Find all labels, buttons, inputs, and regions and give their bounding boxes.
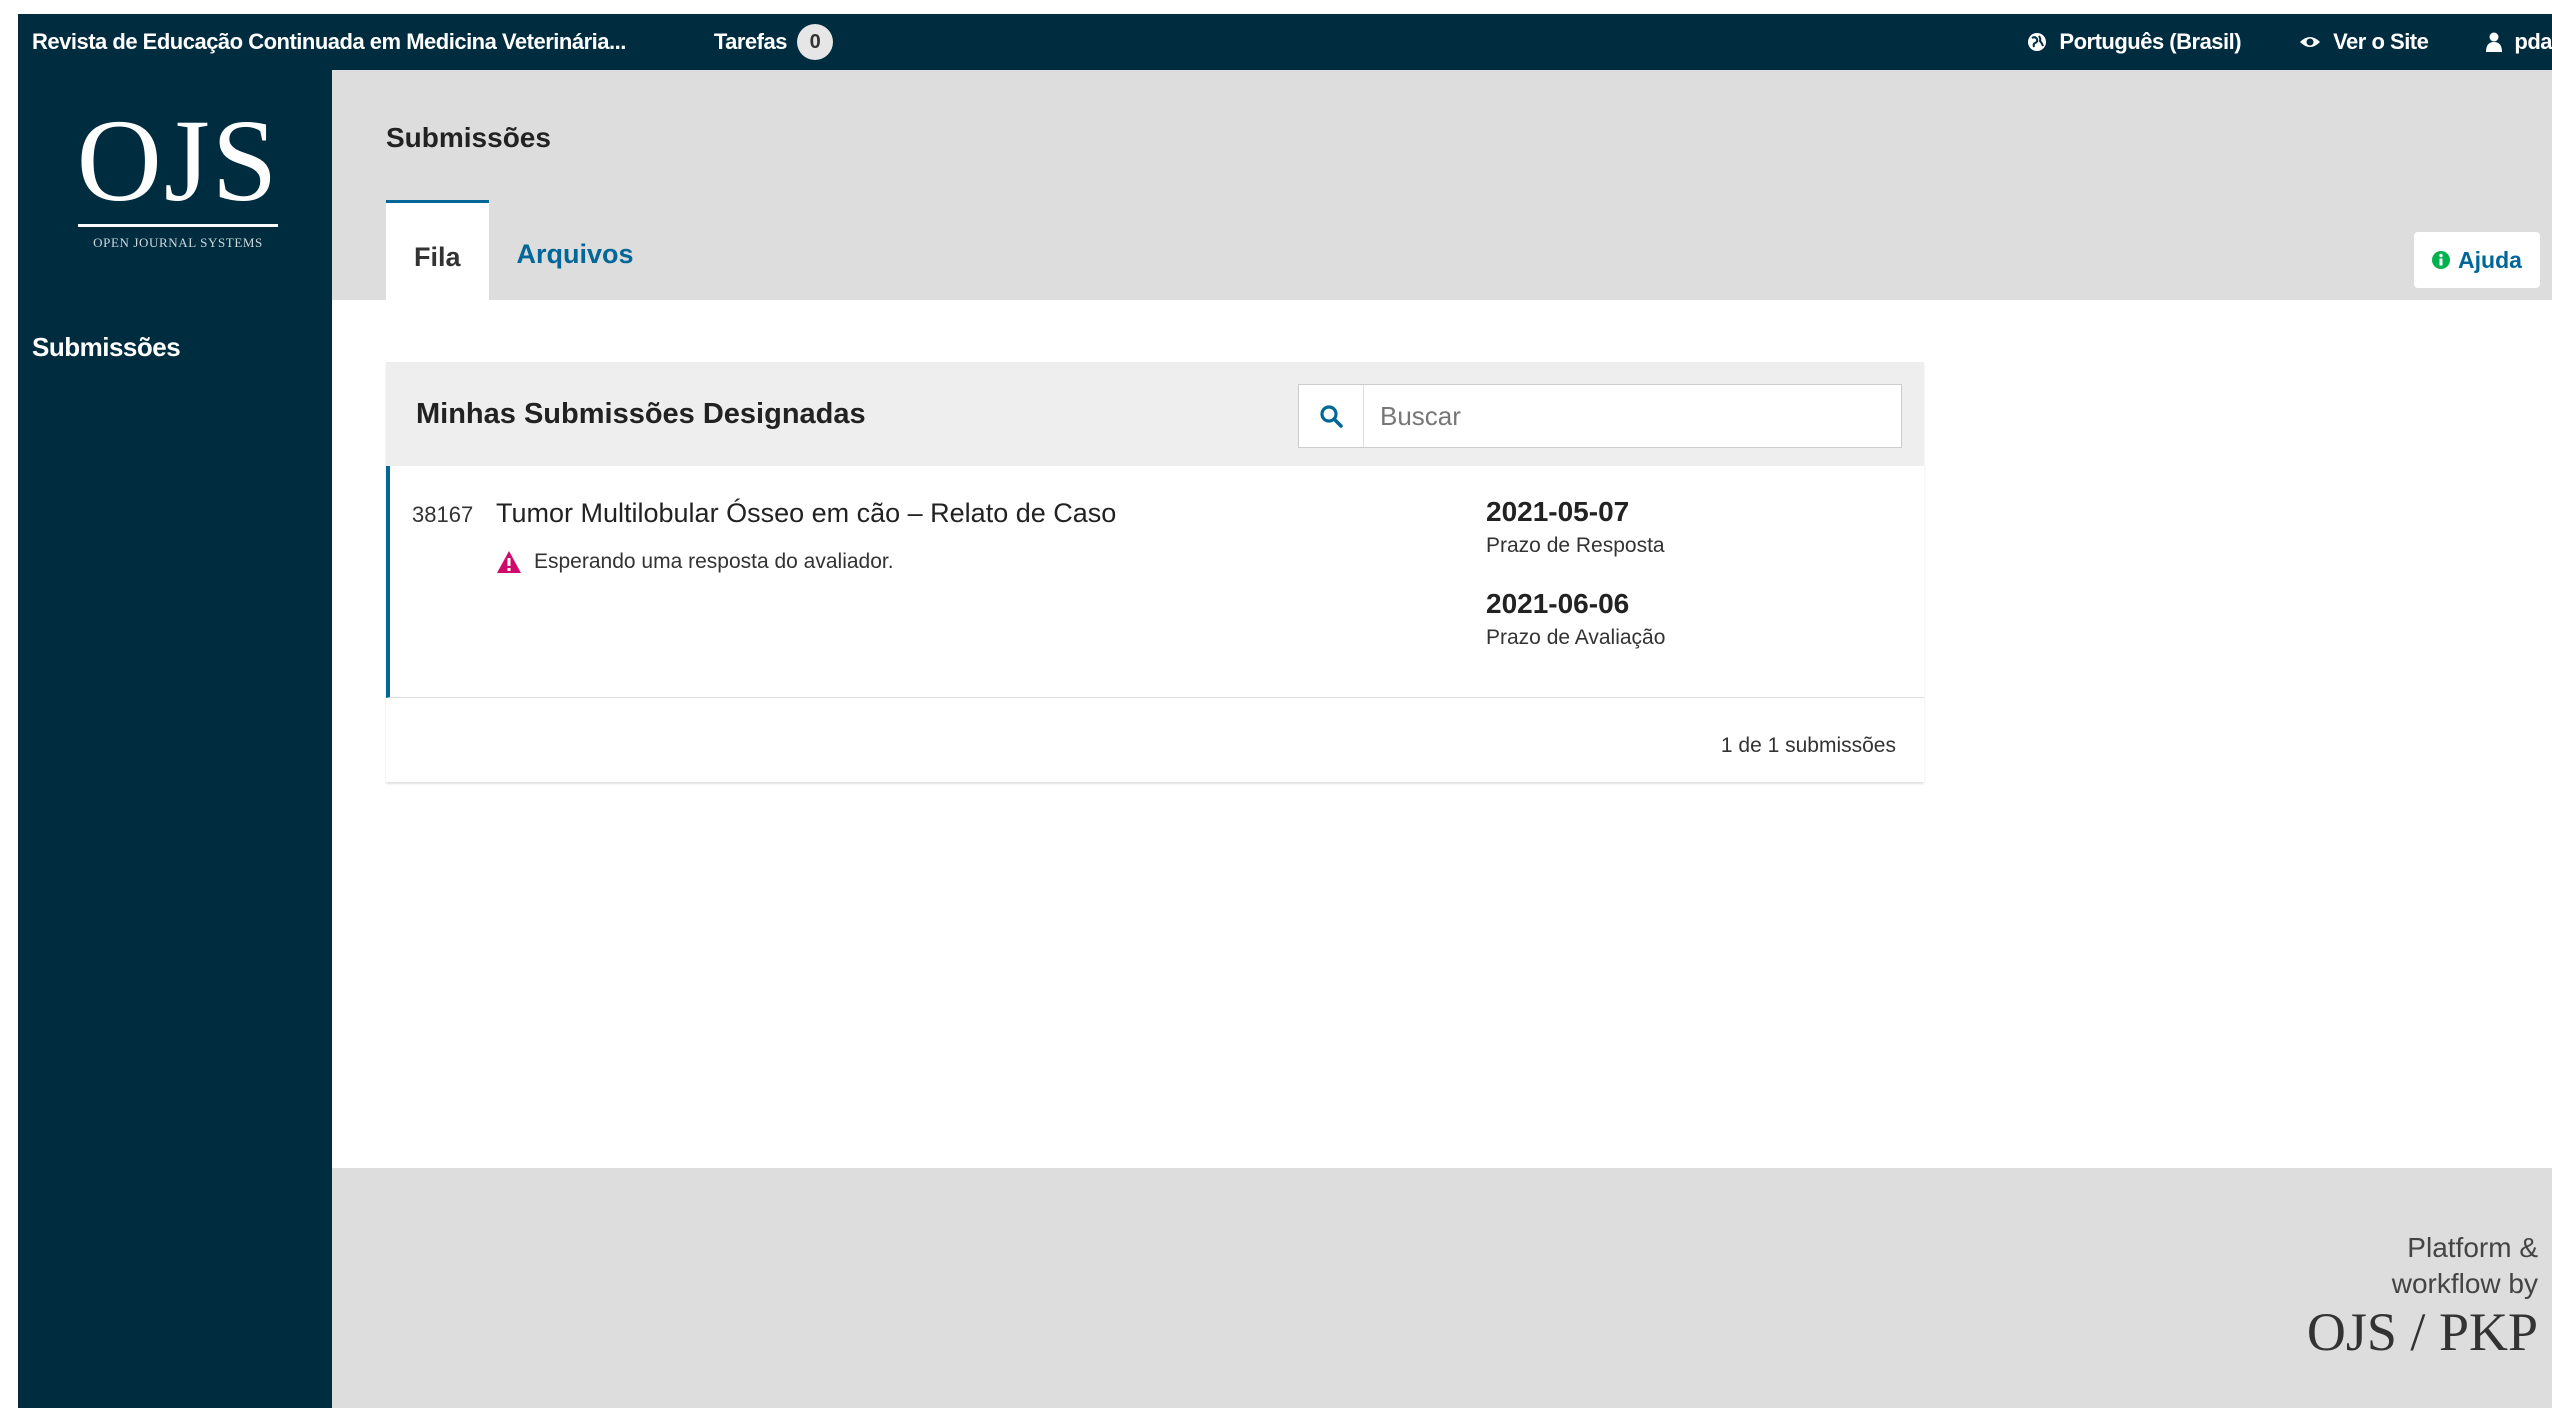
- search-icon: [1320, 405, 1343, 428]
- tasks-count-badge: 0: [796, 24, 833, 60]
- sidebar: OJS OPEN JOURNAL SYSTEMS Submissões: [18, 70, 332, 1408]
- logo-subtitle: OPEN JOURNAL SYSTEMS: [93, 235, 263, 250]
- warning-icon: [497, 551, 521, 573]
- footer-line-2: workflow by: [2391, 1268, 2538, 1299]
- panel-title: Minhas Submissões Designadas: [416, 398, 866, 430]
- top-bar: Revista de Educação Continuada em Medici…: [18, 14, 2552, 70]
- tab-queue[interactable]: Fila: [386, 200, 489, 300]
- language-menu[interactable]: Português (Brasil): [2027, 29, 2242, 55]
- help-label: Ajuda: [2458, 246, 2522, 273]
- pkp-brand-link[interactable]: Platform & workflow by OJS / PKP: [2307, 1230, 2538, 1362]
- review-due-label: Prazo de Avaliação: [1486, 626, 1666, 649]
- ojs-logo[interactable]: OJS OPEN JOURNAL SYSTEMS: [68, 102, 288, 262]
- submission-notice: Esperando uma resposta do avaliador.: [496, 550, 894, 574]
- tasks-label: Tarefas: [713, 29, 788, 54]
- response-due-date: 2021-05-07: [1486, 496, 1630, 527]
- submission-count: 1 de 1 submissões: [1720, 734, 1896, 757]
- response-due-label: Prazo de Resposta: [1486, 534, 1665, 557]
- username: pda: [2514, 29, 2552, 54]
- globe-icon: [2028, 33, 2047, 51]
- info-icon: [2432, 251, 2451, 269]
- submission-id: 38167: [412, 502, 474, 527]
- journal-title-link[interactable]: Revista de Educação Continuada em Medici…: [32, 29, 626, 55]
- review-due-date: 2021-06-06: [1486, 588, 1630, 619]
- logo-text: OJS: [76, 95, 280, 226]
- language-label: Português (Brasil): [2059, 29, 2242, 54]
- help-button[interactable]: Ajuda: [2414, 232, 2540, 288]
- sidebar-item-submissions[interactable]: Submissões: [32, 332, 181, 363]
- submission-title[interactable]: Tumor Multilobular Ósseo em cão – Relato…: [496, 498, 1116, 529]
- footer-brand-logo: OJS / PKP: [2306, 1302, 2538, 1362]
- view-site-link[interactable]: Ver o Site: [2299, 29, 2429, 55]
- review-due-block: 2021-06-06 Prazo de Avaliação: [1486, 588, 1665, 650]
- user-icon: [2486, 32, 2503, 52]
- view-site-label: Ver o Site: [2333, 29, 2429, 54]
- footer: Platform & workflow by OJS / PKP: [332, 1168, 2552, 1408]
- tab-archives[interactable]: Arquivos: [489, 200, 662, 300]
- footer-line-1: Platform &: [2407, 1232, 2538, 1263]
- due-dates: 2021-05-07 Prazo de Resposta 2021-06-06 …: [1486, 496, 1665, 650]
- user-menu[interactable]: pda: [2486, 29, 2552, 55]
- response-due-block: 2021-05-07 Prazo de Resposta: [1486, 496, 1665, 558]
- tab-bar: Fila Arquivos: [386, 200, 662, 300]
- panel-header: Minhas Submissões Designadas: [386, 362, 1924, 466]
- submission-row[interactable]: 38167 Tumor Multilobular Ósseo em cão – …: [386, 466, 1924, 698]
- assigned-submissions-panel: Minhas Submissões Designadas 38167 Tumor…: [386, 362, 1924, 782]
- page-title: Submissões: [386, 122, 551, 153]
- search-button[interactable]: [1299, 385, 1364, 447]
- tasks-button[interactable]: Tarefas 0: [714, 24, 833, 60]
- main-header: Submissões Fila Arquivos Ajuda: [332, 70, 2552, 300]
- notice-text: Esperando uma resposta do avaliador.: [534, 550, 894, 573]
- search-box: [1298, 384, 1902, 448]
- search-input[interactable]: [1364, 385, 1901, 447]
- eye-icon: [2300, 37, 2321, 47]
